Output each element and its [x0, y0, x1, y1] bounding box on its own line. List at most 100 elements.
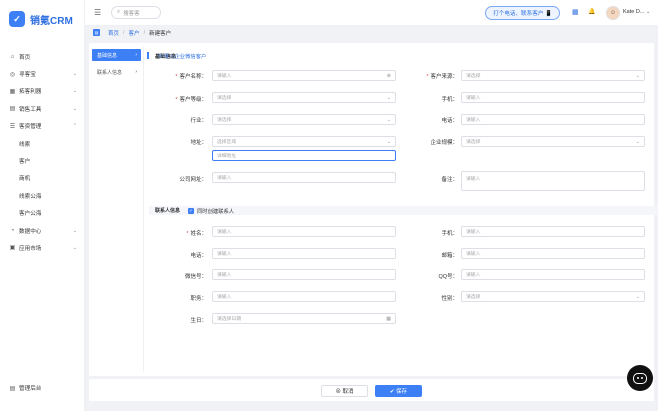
- sidebar-item[interactable]: 客户: [0, 152, 84, 169]
- address-detail-input[interactable]: 详细地址: [212, 150, 396, 161]
- label-customer-name: * 客户名称：: [175, 74, 207, 80]
- label-address: 地址：: [190, 140, 207, 146]
- website-input-placeholder: 请输入: [217, 176, 232, 181]
- wechat-input[interactable]: 请输入: [212, 269, 396, 280]
- mobile-input[interactable]: 请输入: [461, 92, 645, 103]
- gender-select[interactable]: 请选择 ⌄: [461, 291, 645, 302]
- sidebar-item-label: 拓客利器: [19, 89, 42, 96]
- label-industry: 行业：: [190, 118, 207, 124]
- sidebar-item-label: 管理后台: [19, 386, 42, 393]
- sidebar-item-label: 客户: [19, 159, 31, 166]
- sidebar-item[interactable]: ▦ 拓客利器 ⌄: [0, 83, 84, 100]
- industry-select[interactable]: 请选择 ⌄: [212, 114, 396, 125]
- user-name[interactable]: Kate D...: [623, 9, 644, 15]
- label-phone: 电话：: [441, 118, 458, 124]
- chevron-down-icon: ⌄: [635, 72, 640, 79]
- contact-name-input[interactable]: 请输入: [212, 226, 396, 237]
- section-title-contact: 联系人信息: [155, 208, 181, 214]
- top-bar: ☰ ⌕ 搜客客 打个电话、联系客户 📱 ▦ 🔔 ☺ Kate D... ⌄: [85, 0, 658, 26]
- avatar[interactable]: ☺: [606, 6, 620, 20]
- customer-source-select[interactable]: 请选择 ⌄: [461, 70, 645, 81]
- app-logo[interactable]: ✓ 销氪CRM: [9, 6, 84, 32]
- form-footer: ⊗ 取消 ✔ 保存: [89, 379, 654, 401]
- chevron-icon: ⌄: [72, 227, 77, 234]
- qq-input[interactable]: 请输入: [461, 269, 645, 280]
- sidebar-item[interactable]: 客户公海: [0, 205, 84, 222]
- sidebar-item[interactable]: 商机: [0, 170, 84, 187]
- customer-name-input-placeholder: 请输入: [217, 74, 232, 79]
- label-birthday: 生日：: [190, 318, 207, 324]
- customer-level-select-placeholder: 请选择: [217, 96, 232, 101]
- customer-level-select[interactable]: 请选择 ⌄: [212, 92, 396, 103]
- chevron-down-icon: ⌄: [635, 138, 640, 145]
- field-icon: ▦: [386, 315, 391, 322]
- industry-select-placeholder: 请选择: [217, 118, 232, 123]
- phone-input-placeholder: 请输入: [466, 118, 481, 123]
- logo-icon: ✓: [9, 11, 25, 27]
- nav-icon: ▤: [9, 106, 16, 113]
- sidebar: ✓ 销氪CRM ⌂ 首页 ◎ 寻客宝 ⌄ ▦ 拓客利器 ⌄ ▤ 销售工具 ⌄ ☰ 客资管理 ⌃ 线索 客户 商机…: [0, 0, 85, 411]
- qq-input-placeholder: 请输入: [466, 273, 481, 278]
- company-scale-select-placeholder: 请选择: [466, 140, 481, 145]
- calendar-icon[interactable]: ▦: [572, 8, 579, 16]
- breadcrumb-separator: /: [123, 29, 125, 36]
- create-contact-checkbox[interactable]: ✓: [188, 208, 194, 214]
- contact-email-input-placeholder: 请输入: [466, 252, 481, 257]
- step-contact-info[interactable]: 联系人信息 ›: [92, 66, 141, 78]
- breadcrumb-home[interactable]: 首页: [108, 29, 119, 37]
- wechat-input-placeholder: 请输入: [217, 273, 232, 278]
- contact-name-input-placeholder: 请输入: [217, 230, 232, 235]
- sidebar-item[interactable]: ◎ 寻客宝 ⌄: [0, 65, 84, 82]
- admin-icon: ▤: [9, 385, 16, 392]
- step-label: 联系人信息: [97, 69, 123, 76]
- sidebar-item-admin[interactable]: ▤ 管理后台: [0, 380, 84, 397]
- sidebar-item[interactable]: ⌂ 首页: [0, 48, 84, 65]
- address-region-select[interactable]: 选择区域 ⌄: [212, 136, 396, 147]
- menu-toggle-icon[interactable]: ☰: [94, 8, 101, 17]
- step-basic-info[interactable]: 基础信息 ›: [92, 49, 141, 61]
- sidebar-item-label: 销售工具: [19, 106, 42, 113]
- divider: [143, 47, 144, 372]
- chevron-icon: ⌄: [72, 244, 77, 251]
- chevron-down-icon: ⌄: [386, 94, 391, 101]
- sidebar-item-label: 客资管理: [19, 124, 42, 131]
- contact-email-input[interactable]: 请输入: [461, 248, 645, 259]
- sidebar-item-label: 首页: [19, 54, 31, 61]
- sidebar-item[interactable]: ▤ 销售工具 ⌄: [0, 100, 84, 117]
- sidebar-item[interactable]: ▣ 应用市场 ⌄: [0, 239, 84, 256]
- contact-phone-input[interactable]: 请输入: [212, 248, 396, 259]
- save-button[interactable]: ✔ 保存: [375, 385, 422, 397]
- bell-icon[interactable]: 🔔: [588, 8, 595, 15]
- customer-name-input[interactable]: 请输入 ⊗: [212, 70, 396, 81]
- breadcrumb-customer[interactable]: 客户: [129, 29, 140, 37]
- search-input[interactable]: ⌕ 搜客客: [111, 6, 161, 19]
- chevron-icon: ⌄: [72, 88, 77, 95]
- website-input[interactable]: 请输入: [212, 172, 396, 183]
- position-input[interactable]: 请输入: [212, 291, 396, 302]
- contact-mobile-input[interactable]: 请输入: [461, 226, 645, 237]
- label-contact-email: 邮箱：: [441, 253, 458, 259]
- remark-textarea[interactable]: 请输入: [461, 171, 645, 191]
- sidebar-item[interactable]: ◔ 数据中心 ⌄: [0, 222, 84, 239]
- sidebar-item[interactable]: 线索: [0, 135, 84, 152]
- address-region-select-placeholder: 选择区域: [217, 140, 237, 145]
- nav-icon: ◎: [9, 71, 16, 78]
- sidebar-item-label: 商机: [19, 176, 31, 183]
- nav-icon: ☰: [9, 123, 16, 130]
- gender-select-placeholder: 请选择: [466, 295, 481, 300]
- phone-input[interactable]: 请输入: [461, 114, 645, 125]
- nav-icon: ⌂: [10, 53, 15, 60]
- chevron-down-icon[interactable]: ⌄: [646, 9, 650, 15]
- label-wechat: 微信号：: [184, 274, 207, 280]
- label-remark: 备注：: [441, 177, 458, 183]
- birthday-date-picker[interactable]: 请选择日期 ▦: [212, 313, 396, 324]
- import-wecom-link[interactable]: ⟲ 导入企业微信客户: [158, 52, 206, 60]
- company-scale-select[interactable]: 请选择 ⌄: [461, 136, 645, 147]
- call-contact-button[interactable]: 打个电话、联系客户 📱: [485, 6, 560, 20]
- robot-icon: [633, 372, 647, 384]
- assistant-button[interactable]: [627, 365, 653, 391]
- cancel-button[interactable]: ⊗ 取消: [321, 385, 368, 397]
- sidebar-item[interactable]: 线索公海: [0, 187, 84, 204]
- nav-icon: ▦: [9, 88, 16, 95]
- sidebar-item[interactable]: ☰ 客资管理 ⌃: [0, 118, 84, 135]
